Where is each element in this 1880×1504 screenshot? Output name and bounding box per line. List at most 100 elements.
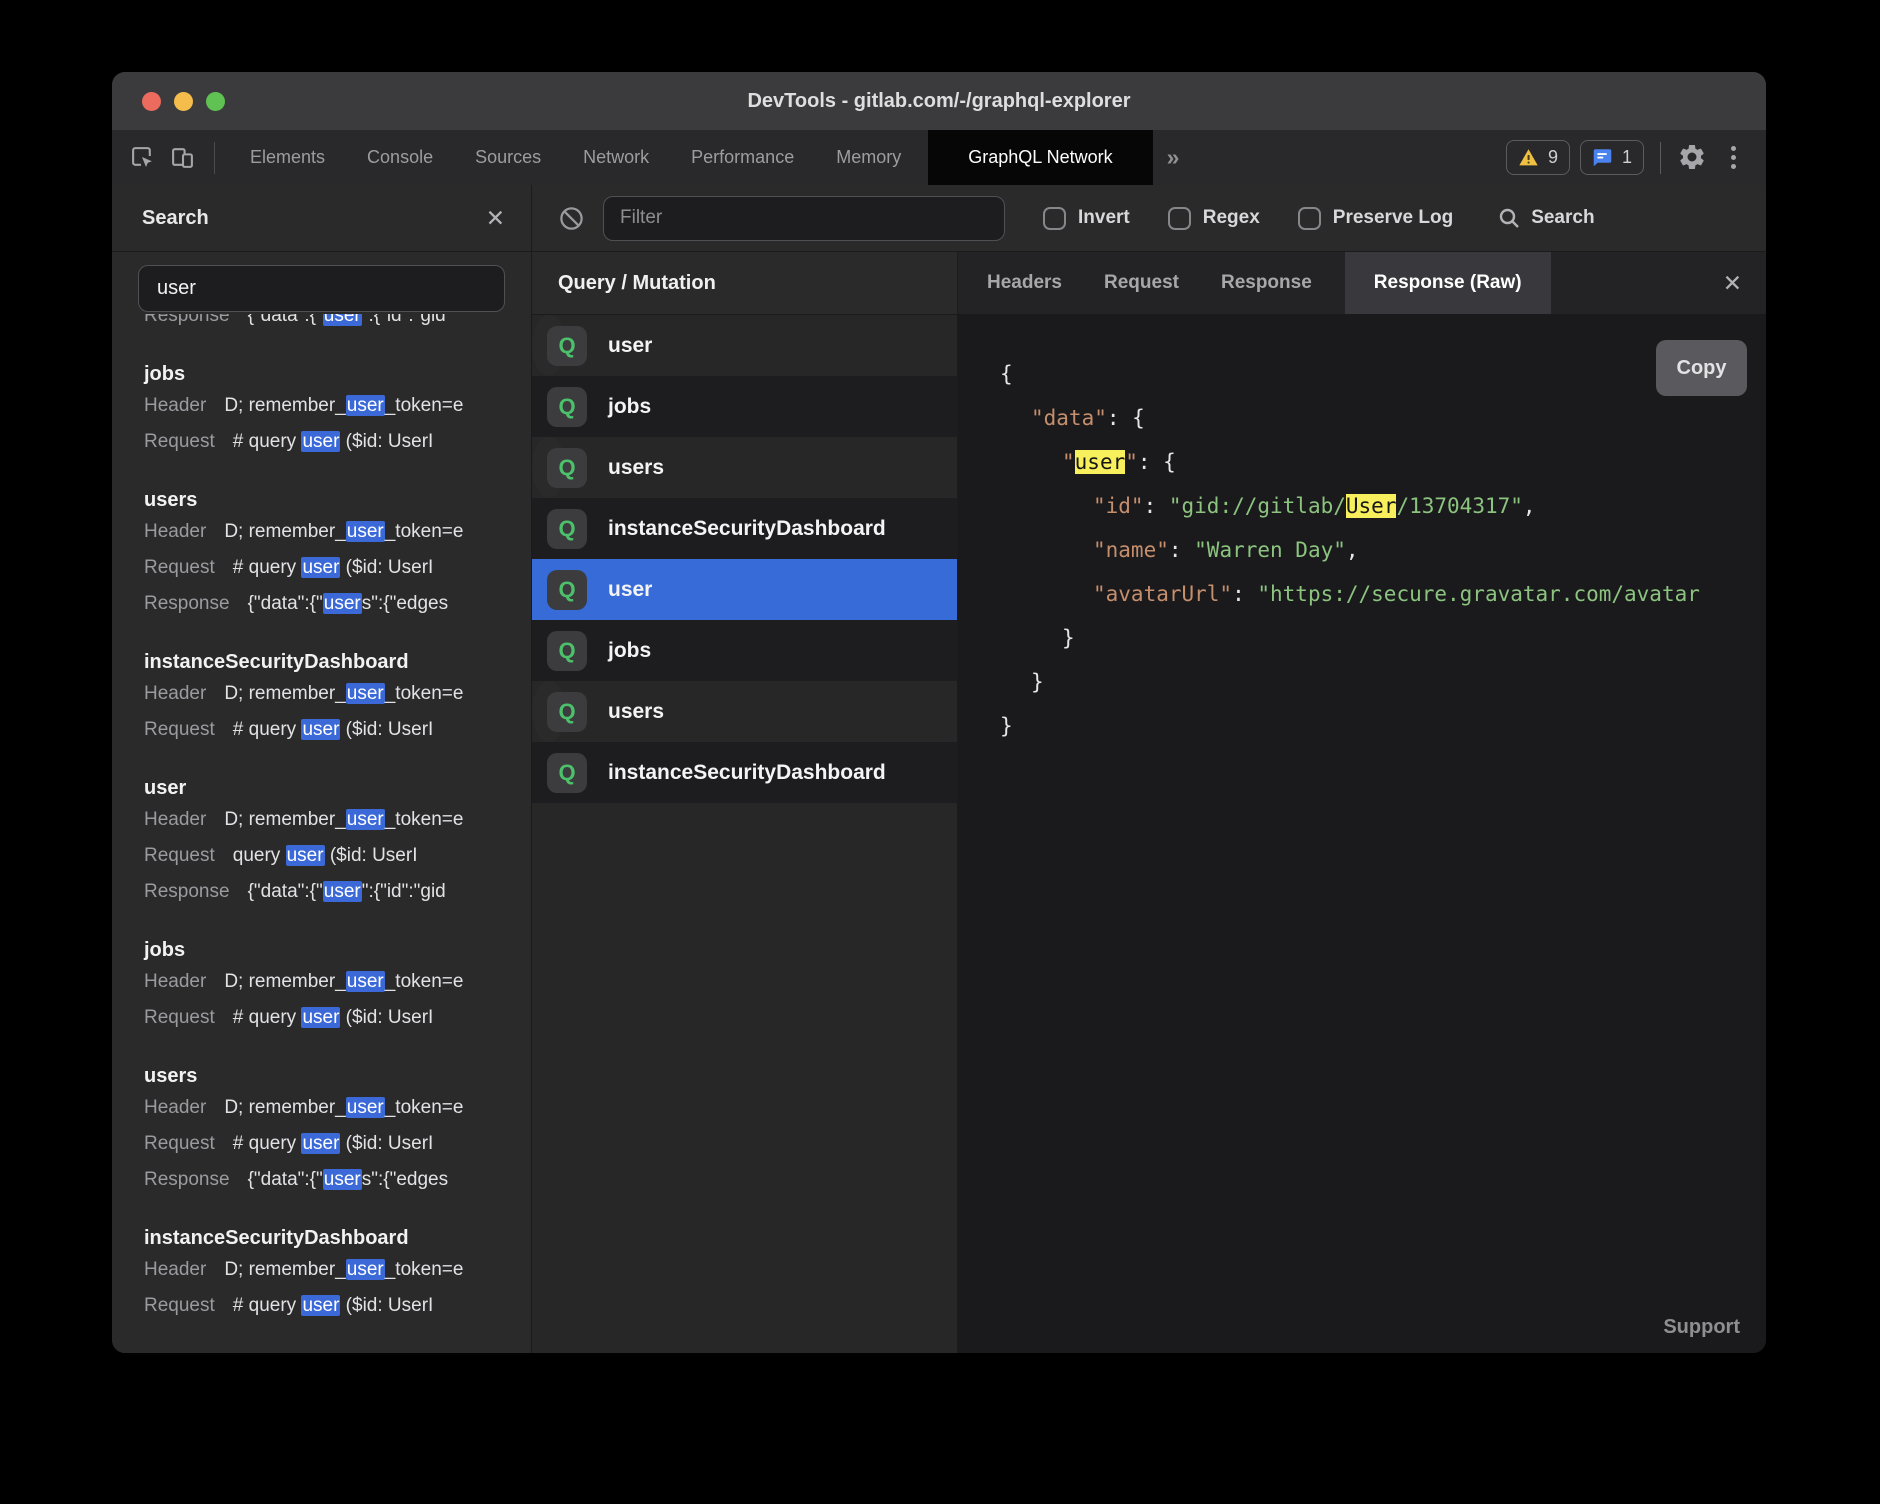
copy-button[interactable]: Copy [1656, 340, 1747, 396]
search-result-query-name: jobs [144, 936, 531, 964]
json-line: } [1000, 660, 1766, 704]
filter-option-preserve-log[interactable]: Preserve Log [1298, 207, 1453, 230]
query-item-user[interactable]: Quser [532, 559, 957, 620]
window-title: DevTools - gitlab.com/-/graphql-explorer [112, 90, 1766, 113]
search-input[interactable] [138, 265, 505, 312]
json-token: : [1144, 494, 1169, 518]
search-result-row[interactable]: Response{"data":{"user":{"id":"gid [144, 314, 531, 334]
response-tab-bar: HeadersRequestResponse Response (Raw) ✕ [958, 252, 1766, 314]
more-tabs-icon[interactable]: » [1167, 144, 1180, 171]
tab-graphql-network[interactable]: GraphQL Network [928, 130, 1152, 185]
search-match-highlight: User [1346, 494, 1397, 518]
search-result-query-name: instanceSecurityDashboard [144, 648, 531, 676]
query-item-label: user [608, 334, 652, 358]
query-item-jobs[interactable]: Qjobs [532, 620, 957, 681]
query-item-jobs[interactable]: Qjobs [532, 376, 957, 437]
devtools-window: DevTools - gitlab.com/-/graphql-explorer… [112, 72, 1766, 1353]
result-field-value: {"data":{"users":{"edges [248, 593, 449, 614]
search-match-highlight: user [301, 719, 340, 740]
search-result-row[interactable]: Requestquery user ($id: UserI [144, 838, 531, 874]
more-options-icon[interactable] [1731, 146, 1736, 169]
checkbox[interactable] [1168, 207, 1191, 230]
result-field-label: Request [144, 431, 215, 452]
response-tab-request[interactable]: Request [1083, 252, 1200, 314]
search-result-row[interactable]: HeaderD; remember_user_token=e [144, 802, 531, 838]
search-result-row[interactable]: Request# query user ($id: UserI [144, 712, 531, 748]
search-match-highlight: user [323, 881, 362, 902]
query-item-label: instanceSecurityDashboard [608, 761, 886, 785]
support-link[interactable]: Support [1663, 1316, 1740, 1339]
search-result-row[interactable]: Response{"data":{"users":{"edges [144, 1162, 531, 1198]
query-item-user[interactable]: Quser [532, 315, 566, 376]
search-result-row[interactable]: Request# query user ($id: UserI [144, 1126, 531, 1162]
messages-badge[interactable]: 1 [1580, 140, 1644, 175]
search-result-row[interactable]: Request# query user ($id: UserI [144, 550, 531, 586]
search-match-highlight: user [301, 1007, 340, 1028]
search-result-row[interactable]: HeaderD; remember_user_token=e [144, 676, 531, 712]
search-panel: Response{"data":{"user":{"id":"gidjobsHe… [112, 252, 532, 1353]
search-toggle[interactable]: Search [1497, 206, 1594, 230]
checkbox-label: Invert [1078, 207, 1130, 229]
search-result-row[interactable]: HeaderD; remember_user_token=e [144, 514, 531, 550]
close-search-icon[interactable]: ✕ [486, 207, 505, 230]
json-token: "data" [1031, 406, 1107, 430]
result-field-value: query user ($id: UserI [233, 845, 418, 866]
inspect-element-icon[interactable] [129, 144, 156, 171]
response-panel: HeadersRequestResponse Response (Raw) ✕ … [958, 252, 1766, 1353]
query-item-instanceSecurityDashboard[interactable]: QinstanceSecurityDashboard [532, 498, 957, 559]
clear-icon[interactable] [558, 205, 585, 232]
checkbox[interactable] [1043, 207, 1066, 230]
search-result-row[interactable]: Request# query user ($id: UserI [144, 1000, 531, 1036]
device-toolbar-icon[interactable] [169, 144, 196, 171]
search-result-row[interactable]: Request# query user ($id: UserI [144, 424, 531, 460]
query-item-instanceSecurityDashboard[interactable]: QinstanceSecurityDashboard [532, 742, 957, 803]
tab-performance[interactable]: Performance [670, 130, 815, 185]
search-result-row[interactable]: Response{"data":{"users":{"edges [144, 586, 531, 622]
query-item-users[interactable]: Qusers [532, 681, 566, 742]
filter-input[interactable] [603, 196, 1005, 241]
search-result-row[interactable]: Request# query user ($id: UserI [144, 1288, 531, 1324]
result-field-label: Request [144, 1295, 215, 1316]
checkbox[interactable] [1298, 207, 1321, 230]
search-results-list[interactable]: Response{"data":{"user":{"id":"gidjobsHe… [112, 314, 531, 1353]
result-field-label: Request [144, 719, 215, 740]
search-match-highlight: user [346, 971, 385, 992]
warnings-badge[interactable]: 9 [1506, 140, 1570, 175]
tab-sources[interactable]: Sources [454, 130, 562, 185]
toolbar-separator [1660, 142, 1661, 174]
response-tab-response[interactable]: Response [1200, 252, 1333, 314]
settings-gear-icon[interactable] [1677, 142, 1709, 174]
search-result-row[interactable]: HeaderD; remember_user_token=e [144, 1090, 531, 1126]
result-field-label: Request [144, 1007, 215, 1028]
query-item-users[interactable]: Qusers [532, 437, 566, 498]
close-response-icon[interactable]: ✕ [1723, 272, 1742, 295]
chat-bubble-icon [1592, 147, 1613, 168]
search-result-query-name: jobs [144, 360, 531, 388]
query-item-label: instanceSecurityDashboard [608, 517, 886, 541]
json-line: "data": { [1000, 396, 1766, 440]
json-line: "id": "gid://gitlab/User/13704317", [1000, 484, 1766, 528]
query-type-badge: Q [547, 692, 587, 732]
search-result-row[interactable]: HeaderD; remember_user_token=e [144, 1252, 531, 1288]
json-line: "avatarUrl": "https://secure.gravatar.co… [1000, 572, 1766, 616]
search-result-row[interactable]: HeaderD; remember_user_token=e [144, 964, 531, 1000]
search-result-row[interactable]: Response{"data":{"user":{"id":"gid [144, 874, 531, 910]
search-result-query-name: users [144, 1062, 531, 1090]
query-list-header: Query / Mutation [532, 252, 957, 315]
filter-option-regex[interactable]: Regex [1168, 207, 1260, 230]
tab-memory[interactable]: Memory [815, 130, 922, 185]
result-field-label: Response [144, 314, 230, 326]
tab-console[interactable]: Console [346, 130, 454, 185]
result-field-label: Request [144, 1133, 215, 1154]
json-line: "name": "Warren Day", [1000, 528, 1766, 572]
json-token: } [1031, 670, 1044, 694]
result-field-label: Response [144, 881, 230, 902]
tab-response-raw[interactable]: Response (Raw) [1345, 252, 1551, 314]
search-match-highlight: user [346, 521, 385, 542]
filter-option-invert[interactable]: Invert [1043, 207, 1130, 230]
search-result-row[interactable]: HeaderD; remember_user_token=e [144, 388, 531, 424]
tab-elements[interactable]: Elements [229, 130, 346, 185]
response-tab-headers[interactable]: Headers [966, 252, 1083, 314]
title-bar: DevTools - gitlab.com/-/graphql-explorer [112, 72, 1766, 130]
tab-network[interactable]: Network [562, 130, 670, 185]
